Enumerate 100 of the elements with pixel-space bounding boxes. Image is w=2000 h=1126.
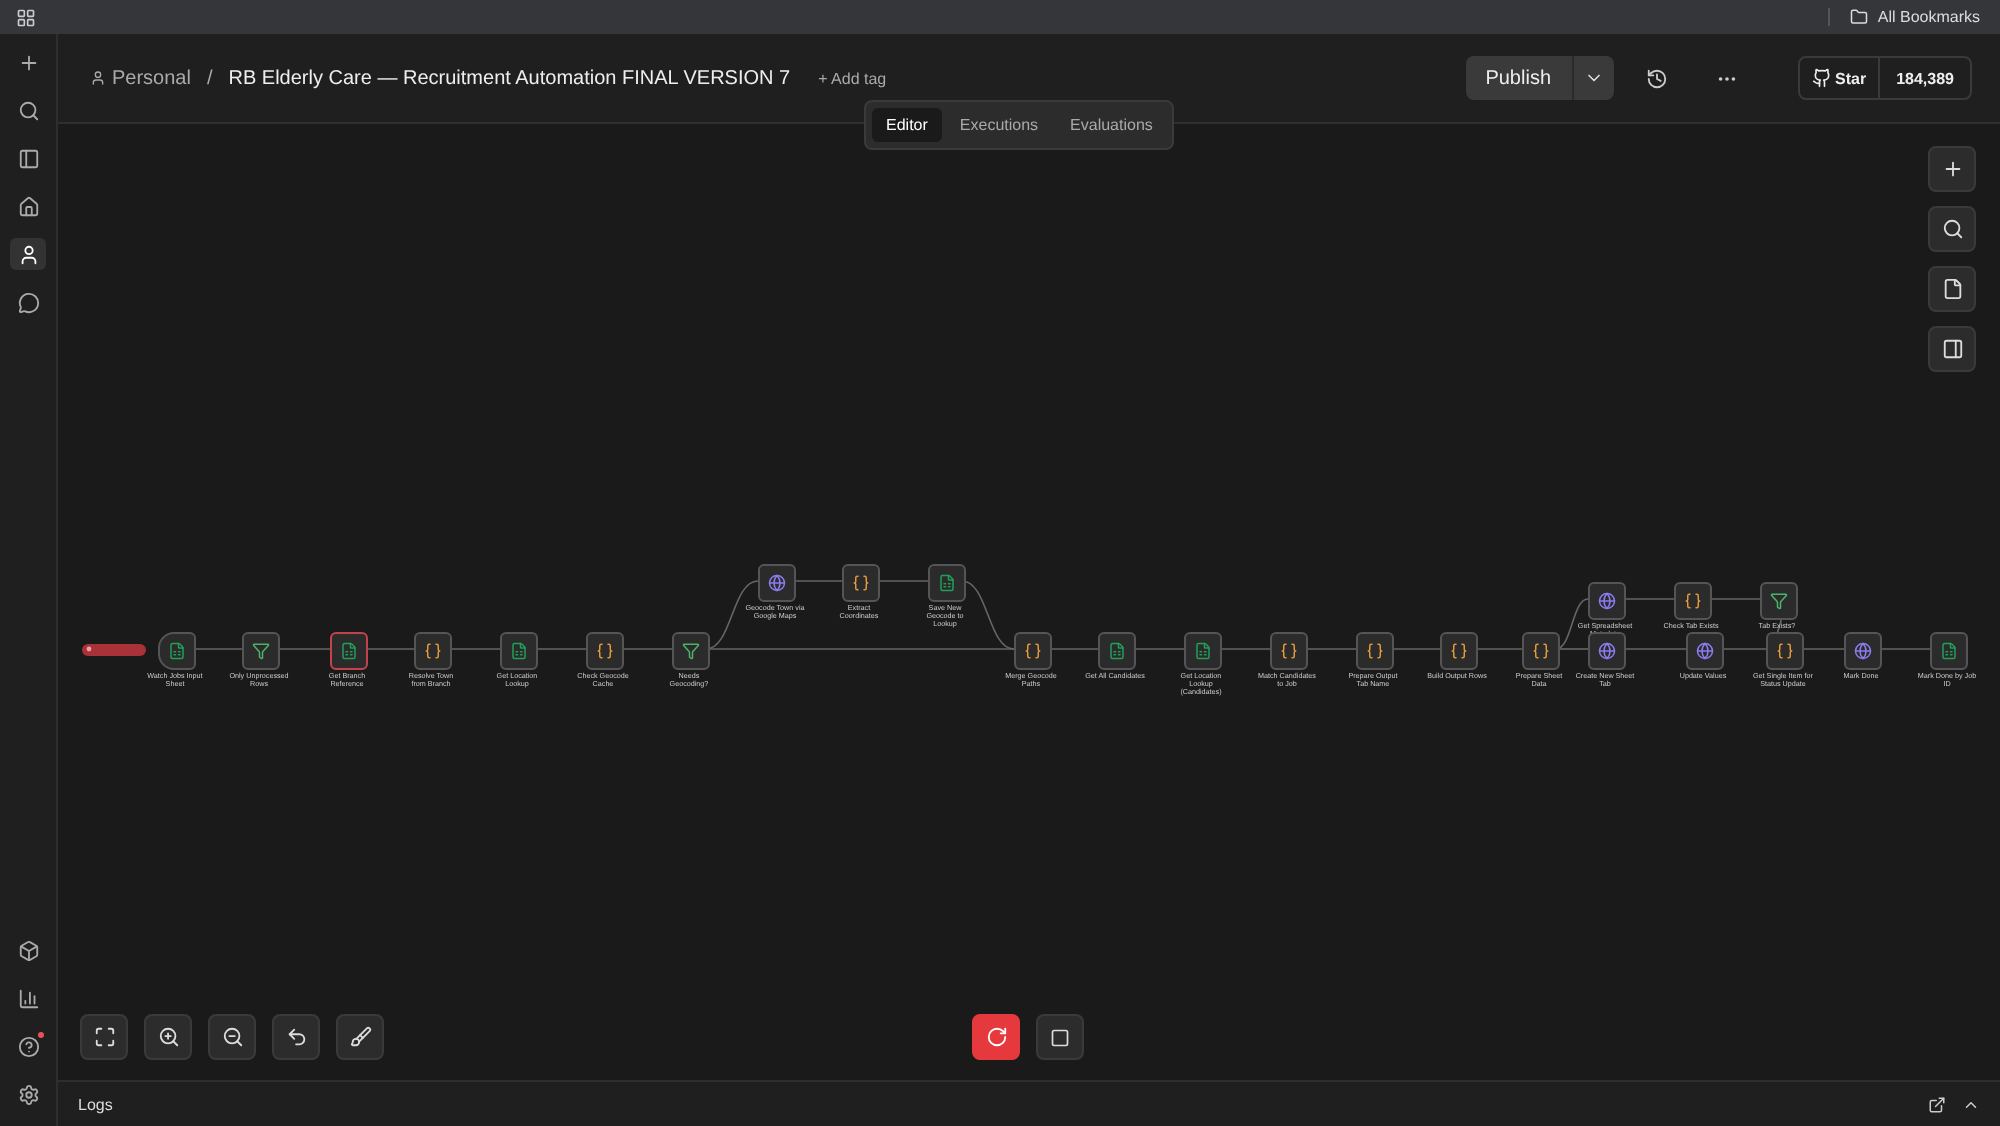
spreadsheet-icon xyxy=(1194,642,1212,660)
zoom-out-button[interactable] xyxy=(208,1014,256,1060)
apps-grid-icon[interactable] xyxy=(16,7,36,27)
person-button[interactable] xyxy=(10,238,46,270)
connection-line xyxy=(275,648,331,650)
connection-line xyxy=(447,648,501,650)
filter-icon xyxy=(252,642,270,660)
stop-icon xyxy=(1050,1027,1070,1047)
project-breadcrumb[interactable]: Personal xyxy=(90,67,191,89)
globe-icon xyxy=(768,574,786,592)
all-bookmarks-link[interactable]: All Bookmarks xyxy=(1827,8,1980,26)
pop-out-icon[interactable] xyxy=(1928,1095,1946,1113)
workflow-node[interactable] xyxy=(1098,632,1136,670)
workflow-node[interactable] xyxy=(1760,582,1798,620)
workflow-title[interactable]: RB Elderly Care — Recruitment Automation FINAL VERSION 7 xyxy=(228,67,791,89)
sticky-note-button[interactable] xyxy=(1928,266,1976,312)
connection-line xyxy=(533,648,587,650)
workflow-node[interactable] xyxy=(1686,632,1724,670)
workflow-node[interactable] xyxy=(1588,632,1626,670)
filter-icon xyxy=(1770,592,1788,610)
workflow-node[interactable] xyxy=(1844,632,1882,670)
workflow-node[interactable] xyxy=(1766,632,1804,670)
workflow-node[interactable] xyxy=(500,632,538,670)
execute-button[interactable] xyxy=(972,1014,1020,1060)
workflow-node[interactable] xyxy=(1440,632,1478,670)
workflow-node[interactable] xyxy=(1930,632,1968,670)
connection-line xyxy=(791,580,843,582)
panel-icon xyxy=(17,147,39,169)
connection-line xyxy=(1707,598,1761,600)
workflow-node[interactable] xyxy=(842,564,880,602)
braces-icon xyxy=(1532,642,1550,660)
person-icon xyxy=(90,70,106,86)
plus-icon xyxy=(1941,158,1963,180)
note-icon xyxy=(1941,278,1963,300)
workflow-node[interactable] xyxy=(758,564,796,602)
braces-icon xyxy=(1684,592,1702,610)
connection-line xyxy=(1047,648,1099,650)
add-node-button[interactable] xyxy=(1928,146,1976,192)
braces-icon xyxy=(1450,642,1468,660)
braces-icon xyxy=(1024,642,1042,660)
braces-icon xyxy=(1280,642,1298,660)
add-tag-link[interactable]: + Add tag xyxy=(818,69,887,87)
workflow-node[interactable] xyxy=(928,564,966,602)
zoom-out-icon xyxy=(221,1026,243,1048)
workflow-node[interactable] xyxy=(242,632,280,670)
workflow-node[interactable] xyxy=(586,632,624,670)
spreadsheet-icon xyxy=(1108,642,1126,660)
panel-icon xyxy=(1941,338,1963,360)
workflow-node[interactable] xyxy=(414,632,452,670)
connection-line xyxy=(1131,648,1185,650)
workflow-node[interactable] xyxy=(1184,632,1222,670)
braces-icon xyxy=(852,574,870,592)
side-panel-button[interactable] xyxy=(1928,326,1976,372)
home-icon xyxy=(17,195,39,217)
github-star-button[interactable]: Star xyxy=(1799,58,1879,98)
star-count: 184,389 xyxy=(1878,58,1970,98)
spreadsheet-icon xyxy=(1940,642,1958,660)
globe-icon xyxy=(1598,592,1616,610)
globe-icon xyxy=(1696,642,1714,660)
brush-icon xyxy=(349,1026,371,1048)
workflow-node[interactable] xyxy=(1588,582,1626,620)
fit-view-button[interactable] xyxy=(80,1014,128,1060)
search-button[interactable] xyxy=(1928,206,1976,252)
folder-icon xyxy=(1849,8,1868,26)
chat-icon xyxy=(17,291,39,313)
view-tab[interactable]: Evaluations xyxy=(1056,108,1167,142)
globe-icon xyxy=(1854,642,1872,660)
filter-icon xyxy=(682,642,700,660)
connection-line xyxy=(1799,648,1845,650)
spreadsheet-icon xyxy=(510,642,528,660)
github-icon xyxy=(1811,68,1832,88)
undo-button[interactable] xyxy=(272,1014,320,1060)
logs-label[interactable]: Logs xyxy=(78,1095,113,1113)
search-icon xyxy=(1941,218,1963,240)
connection-line xyxy=(1303,648,1357,650)
view-tab[interactable]: Executions xyxy=(945,108,1053,142)
breadcrumb-separator: / xyxy=(206,67,213,89)
undo-icon xyxy=(285,1026,307,1048)
connection-line xyxy=(1621,648,1687,650)
stop-button[interactable] xyxy=(1036,1014,1084,1060)
workflow-node[interactable] xyxy=(1356,632,1394,670)
workflow-node[interactable] xyxy=(1674,582,1712,620)
workflow-node[interactable] xyxy=(1014,632,1052,670)
fullscreen-icon xyxy=(93,1026,115,1048)
person-icon xyxy=(17,243,39,265)
zoom-in-button[interactable] xyxy=(144,1014,192,1060)
globe-icon xyxy=(1598,642,1616,660)
spreadsheet-icon xyxy=(340,642,358,660)
warning-badge[interactable] xyxy=(82,643,146,655)
spreadsheet-icon xyxy=(938,574,956,592)
connection-line xyxy=(619,648,673,650)
workflow-node[interactable] xyxy=(1270,632,1308,670)
history-icon xyxy=(1645,67,1668,89)
tidy-up-button[interactable] xyxy=(336,1014,384,1060)
connection-line xyxy=(1473,648,1523,650)
view-tab[interactable]: Editor xyxy=(872,108,942,142)
workflow-node[interactable] xyxy=(158,632,196,670)
workflow-node[interactable] xyxy=(330,632,368,670)
workflow-node[interactable] xyxy=(1522,632,1560,670)
workflow-node[interactable] xyxy=(672,632,710,670)
